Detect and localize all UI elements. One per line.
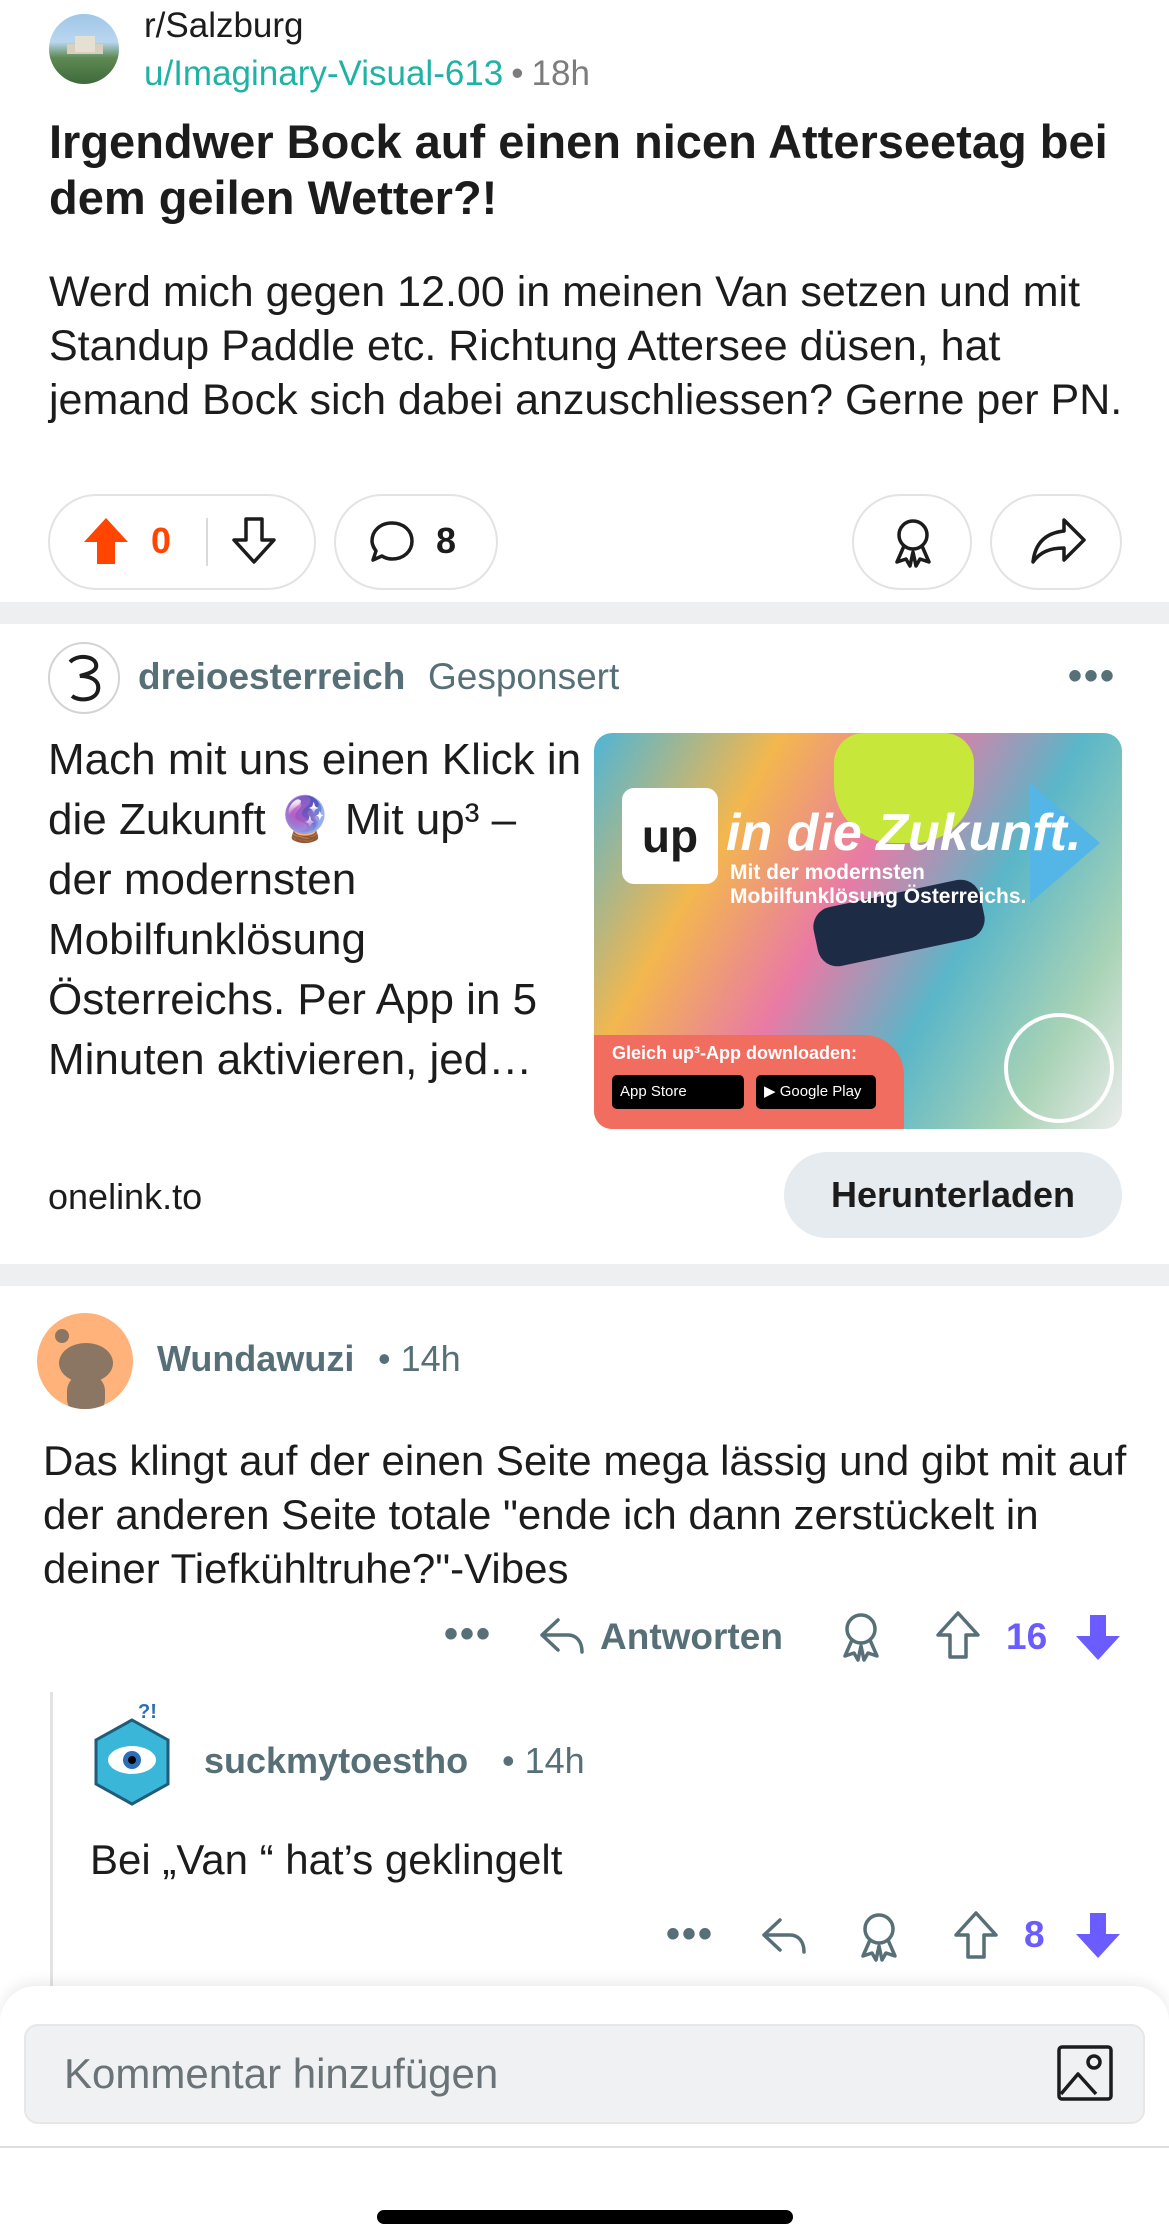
comment-time: • 14h [378, 1338, 461, 1379]
comments-button[interactable] [334, 494, 498, 590]
ad-image[interactable]: up in die Zukunft. Mit der modernsten Mo… [594, 733, 1122, 1129]
three-logo-icon [1004, 1013, 1114, 1123]
comment-count: 8 [436, 520, 457, 561]
ad-subline-2: Mobilfunklösung Österreichs. [730, 885, 1027, 908]
sponsored-label: Gesponsert [428, 656, 620, 697]
googleplay-badge: ▶ Google Play [756, 1075, 876, 1109]
divider [0, 2146, 1169, 2148]
svg-text:?!: ?! [138, 1701, 157, 1723]
award-icon[interactable] [854, 1910, 904, 1962]
comment-body[interactable]: Bei „Van “ hat’s geklingelt [90, 1836, 562, 1884]
ad-text[interactable]: Mach mit uns einen Klick in die Zukunft … [48, 730, 588, 1090]
subreddit-avatar[interactable] [49, 14, 119, 84]
avatar[interactable] [37, 1313, 133, 1409]
download-button[interactable]: Herunterladen [784, 1152, 1122, 1238]
comment-author[interactable]: suckmytoestho [204, 1740, 468, 1782]
advertiser-avatar[interactable] [48, 642, 120, 714]
vote-divider [206, 518, 208, 566]
comment-body[interactable]: Das klingt auf der einen Seite mega läss… [43, 1434, 1153, 1596]
comment-input-placeholder: Kommentar hinzufügen [64, 2050, 499, 2097]
upvote-icon[interactable] [934, 1610, 982, 1660]
award-icon [888, 516, 938, 568]
meta-separator: • [511, 54, 524, 93]
post-time: 18h [531, 54, 590, 93]
post-author[interactable]: u/Imaginary-Visual-613 [144, 54, 503, 93]
thread-line [50, 1692, 53, 1992]
upvote-icon[interactable] [952, 1910, 1000, 1960]
comment-score: 8 [1024, 1914, 1045, 1955]
ad-domain[interactable]: onelink.to [48, 1176, 202, 1218]
section-separator [0, 602, 1169, 624]
comment-author[interactable]: Wundawuzi [157, 1338, 354, 1380]
section-separator [0, 1264, 1169, 1286]
reply-icon[interactable] [538, 1614, 586, 1658]
share-icon [1030, 516, 1086, 566]
home-indicator[interactable] [377, 2210, 793, 2224]
comment-icon [368, 518, 416, 566]
comment-more-button[interactable]: ••• [666, 1912, 714, 1957]
award-icon[interactable] [836, 1610, 886, 1662]
comment-time: • 14h [502, 1740, 585, 1781]
downvote-icon[interactable] [1074, 1612, 1122, 1662]
appstore-badge: App Store [612, 1075, 744, 1109]
image-icon[interactable] [1056, 2044, 1114, 2102]
downvote-icon[interactable] [1074, 1910, 1122, 1960]
post-meta: u/Imaginary-Visual-613 • 18h [144, 54, 590, 94]
upvote-icon[interactable] [82, 516, 130, 566]
avatar[interactable]: ?! [88, 1698, 176, 1810]
reply-button[interactable]: Antworten [600, 1616, 783, 1658]
comment-more-button[interactable]: ••• [444, 1612, 492, 1657]
ad-headline: in die Zukunft. [726, 804, 1082, 862]
post-body[interactable]: Werd mich gegen 12.00 in meinen Van setz… [49, 265, 1139, 427]
ad-more-button[interactable]: ••• [1068, 654, 1116, 699]
vote-count: 0 [151, 520, 172, 561]
post-title[interactable]: Irgendwer Bock auf einen nicen Atterseet… [49, 114, 1129, 226]
up-logo: up [622, 788, 718, 884]
comment-score: 16 [1006, 1616, 1048, 1657]
advertiser-name[interactable]: dreioesterreich [138, 656, 405, 698]
ad-subline-1: Mit der modernsten [730, 861, 925, 884]
ad-download-label: Gleich up³-App downloaden: [612, 1043, 857, 1063]
subreddit-name[interactable]: r/Salzburg [144, 6, 304, 46]
reply-icon[interactable] [760, 1914, 808, 1958]
downvote-icon[interactable] [230, 516, 278, 566]
